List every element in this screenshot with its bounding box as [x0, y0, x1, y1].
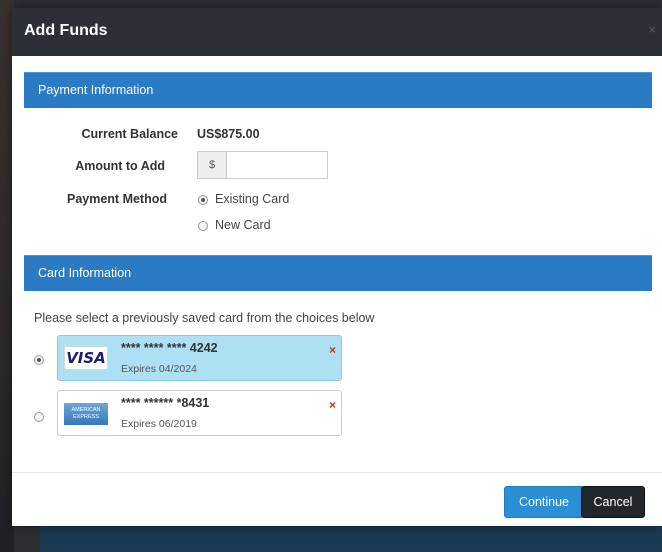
card-information-header: Card Information	[24, 255, 652, 291]
existing-card-radio[interactable]	[198, 195, 208, 205]
modal-title: Add Funds	[24, 22, 108, 39]
helper-text: Please select a previously saved card fr…	[34, 311, 375, 325]
modal-header: Add Funds ×	[12, 8, 662, 56]
card-expiry: Expires 06/2019	[121, 418, 197, 430]
footer-divider	[12, 472, 662, 473]
currency-addon: $	[197, 151, 227, 179]
delete-card-icon[interactable]: ×	[329, 398, 336, 412]
close-icon[interactable]: ×	[648, 22, 656, 37]
background-bottom	[40, 526, 662, 552]
amex-logo-icon: AMERICAN EXPRESS	[64, 403, 108, 425]
amex-logo-line2: EXPRESS	[73, 414, 99, 420]
payment-method-label: Payment Method	[66, 192, 167, 206]
card-number: **** **** **** 4242	[121, 341, 218, 355]
card-radio-visa[interactable]	[34, 355, 44, 365]
amount-input[interactable]	[227, 151, 328, 179]
saved-card-amex[interactable]: AMERICAN EXPRESS **** ****** *8431 Expir…	[57, 390, 342, 436]
card-radio-amex[interactable]	[34, 412, 44, 422]
card-expiry: Expires 04/2024	[121, 363, 197, 375]
amount-to-add-label: Amount to Add	[75, 159, 165, 173]
current-balance-label: Current Balance	[81, 127, 178, 141]
current-balance-value: US$875.00	[197, 127, 260, 141]
new-card-radio[interactable]	[198, 221, 208, 231]
delete-card-icon[interactable]: ×	[329, 343, 336, 357]
add-funds-modal: Add Funds × Payment Information Current …	[12, 8, 662, 526]
cancel-button[interactable]: Cancel	[581, 486, 645, 518]
payment-information-header: Payment Information	[24, 72, 652, 108]
new-card-label[interactable]: New Card	[215, 218, 271, 232]
visa-logo-icon: VISA	[64, 346, 108, 370]
saved-card-visa[interactable]: VISA **** **** **** 4242 Expires 04/2024…	[57, 335, 342, 381]
amex-logo-line1: AMERICAN	[71, 407, 101, 413]
existing-card-label[interactable]: Existing Card	[215, 192, 289, 206]
continue-button[interactable]: Continue	[504, 486, 584, 518]
card-number: **** ****** *8431	[121, 396, 210, 410]
